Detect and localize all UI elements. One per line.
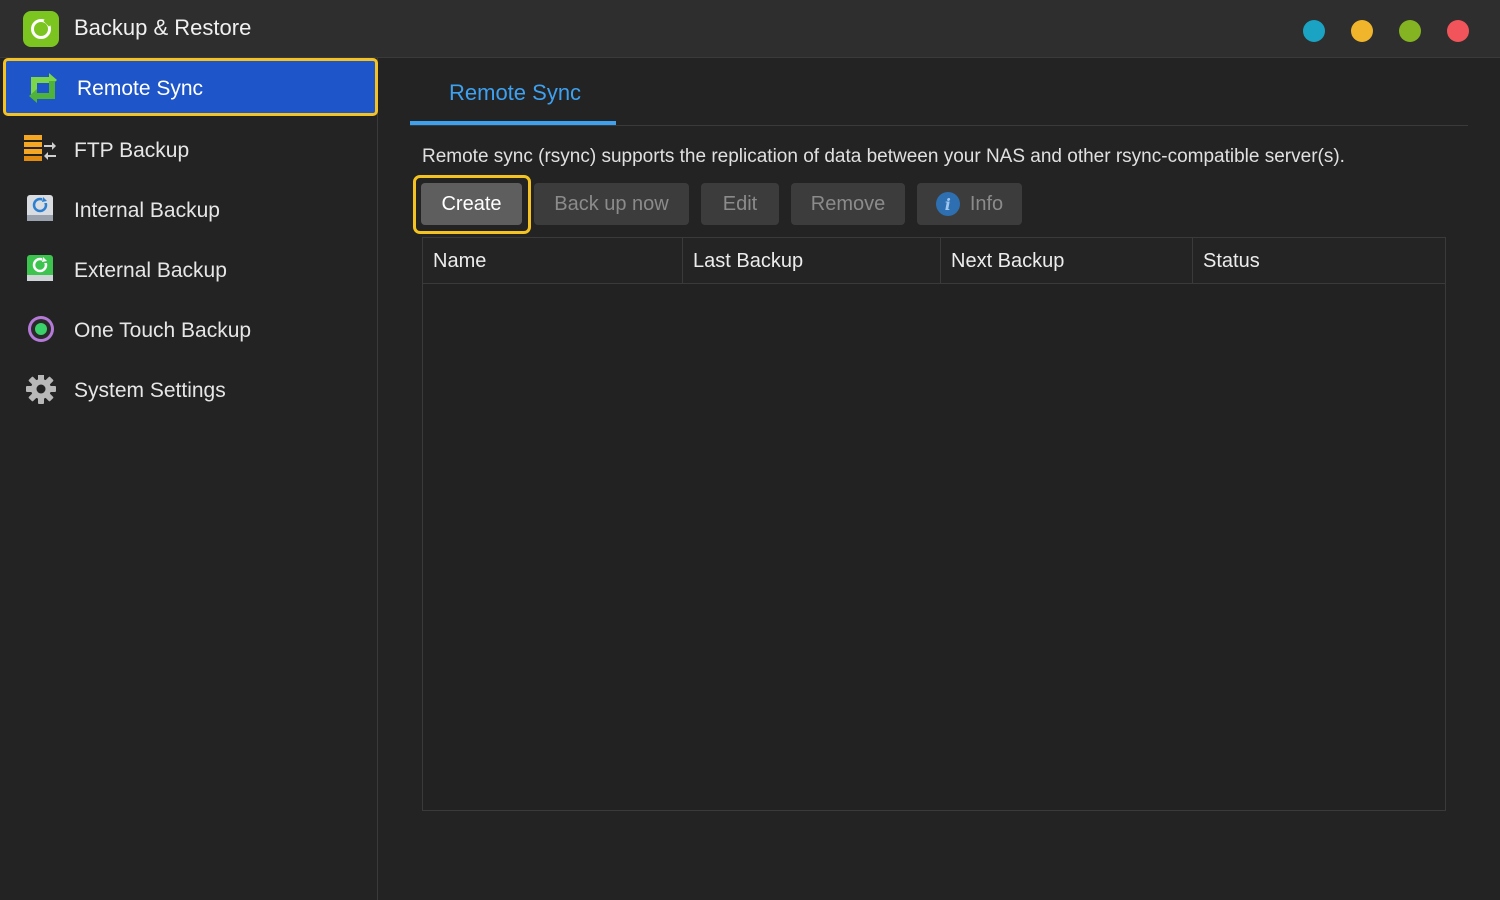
title-bar: Backup & Restore (0, 0, 1500, 58)
one-touch-backup-icon (28, 316, 54, 342)
sidebar-item-one-touch-backup[interactable]: One Touch Backup (0, 300, 378, 360)
remove-button[interactable]: Remove (791, 183, 905, 225)
back-up-now-button[interactable]: Back up now (534, 183, 689, 225)
info-button[interactable]: i Info (917, 183, 1022, 225)
sidebar-item-label: Remote Sync (77, 77, 204, 100)
column-header-status[interactable]: Status (1193, 238, 1445, 284)
tab-remote-sync[interactable]: Remote Sync (410, 70, 616, 125)
internal-backup-icon (27, 195, 53, 221)
ftp-backup-icon (24, 135, 56, 161)
edit-button[interactable]: Edit (701, 183, 779, 225)
sidebar-item-label: System Settings (74, 379, 226, 402)
maximize-button[interactable] (1351, 20, 1373, 42)
restore-button[interactable] (1399, 20, 1421, 42)
description-text: Remote sync (rsync) supports the replica… (422, 146, 1345, 167)
column-header-name[interactable]: Name (423, 238, 683, 284)
tab-label: Remote Sync (449, 80, 582, 105)
gear-icon (26, 375, 56, 404)
create-button[interactable]: Create (421, 183, 522, 225)
close-button[interactable] (1447, 20, 1469, 42)
sidebar-item-remote-sync[interactable]: Remote Sync (3, 58, 378, 116)
app-icon (23, 11, 59, 47)
column-header-next-backup[interactable]: Next Backup (941, 238, 1193, 284)
external-backup-icon (27, 255, 53, 281)
info-icon: i (935, 192, 960, 216)
sidebar-item-system-settings[interactable]: System Settings (0, 360, 378, 420)
sidebar-item-label: FTP Backup (74, 139, 190, 162)
column-header-last-backup[interactable]: Last Backup (683, 238, 941, 284)
divider (410, 125, 1468, 126)
sidebar-item-external-backup[interactable]: External Backup (0, 240, 378, 300)
sidebar-item-ftp-backup[interactable]: FTP Backup (0, 120, 378, 180)
sidebar-item-label: One Touch Backup (74, 319, 252, 342)
info-button-label: Info (969, 192, 1004, 215)
sidebar-item-label: External Backup (74, 259, 227, 282)
table-header: Name Last Backup Next Backup Status (423, 238, 1445, 284)
sidebar-item-label: Internal Backup (74, 199, 220, 222)
remote-sync-icon (29, 73, 57, 103)
minimize-button[interactable] (1303, 20, 1325, 42)
sidebar: Remote Sync FTP Backup Internal Backup E… (0, 58, 378, 900)
app-title: Backup & Restore (74, 15, 252, 40)
backup-jobs-table: Name Last Backup Next Backup Status (422, 237, 1446, 811)
sidebar-item-internal-backup[interactable]: Internal Backup (0, 180, 378, 240)
